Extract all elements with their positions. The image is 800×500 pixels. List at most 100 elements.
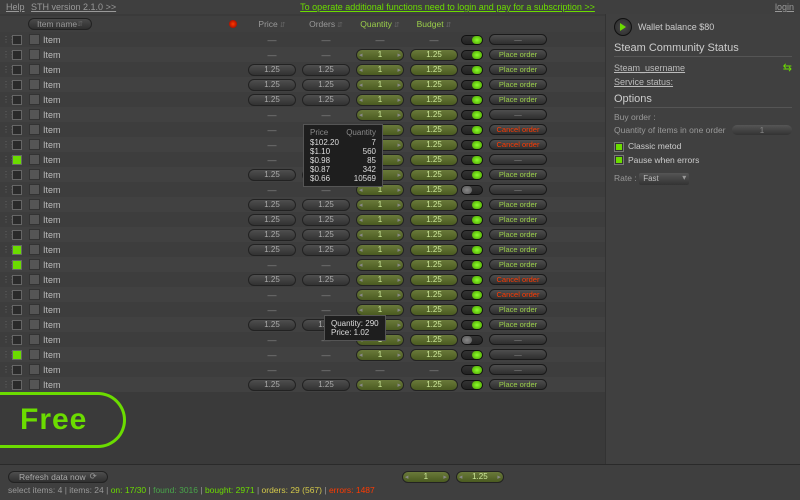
row-toggle[interactable] bbox=[461, 170, 483, 180]
cell-pill[interactable]: 1.25 bbox=[410, 214, 458, 226]
row-action-button[interactable]: Place order bbox=[489, 49, 547, 60]
cell-pill[interactable]: 1.25 bbox=[410, 304, 458, 316]
cell-pill[interactable]: 1.25 bbox=[248, 79, 296, 91]
row-checkbox[interactable] bbox=[12, 140, 22, 150]
cell-pill[interactable]: 1 bbox=[356, 49, 404, 61]
rate-select[interactable]: Fast bbox=[639, 173, 689, 185]
row-toggle[interactable] bbox=[461, 320, 483, 330]
row-action-button[interactable]: Place order bbox=[489, 64, 547, 75]
cell-pill[interactable]: 1.25 bbox=[302, 79, 350, 91]
cell-pill[interactable]: 1 bbox=[356, 229, 404, 241]
row-action-button[interactable]: Place order bbox=[489, 94, 547, 105]
drag-handle-icon[interactable] bbox=[2, 320, 12, 329]
row-checkbox[interactable] bbox=[12, 335, 22, 345]
cell-pill[interactable]: 1.25 bbox=[410, 169, 458, 181]
cell-pill[interactable]: 1.25 bbox=[302, 274, 350, 286]
cell-pill[interactable]: 1 bbox=[356, 259, 404, 271]
cell-pill[interactable]: 1 bbox=[356, 79, 404, 91]
cell-pill[interactable]: 1.25 bbox=[248, 94, 296, 106]
row-toggle[interactable] bbox=[461, 140, 483, 150]
row-checkbox[interactable] bbox=[12, 65, 22, 75]
col-orders[interactable]: Orders bbox=[299, 19, 353, 29]
cell-pill[interactable]: 1.25 bbox=[302, 244, 350, 256]
cell-pill[interactable]: 1.25 bbox=[410, 184, 458, 196]
row-action-button[interactable]: Place order bbox=[489, 79, 547, 90]
row-checkbox[interactable] bbox=[12, 305, 22, 315]
cell-pill[interactable]: 1.25 bbox=[410, 199, 458, 211]
cell-pill[interactable]: 1.25 bbox=[302, 214, 350, 226]
row-action-button[interactable]: — bbox=[489, 109, 547, 120]
row-checkbox[interactable] bbox=[12, 50, 22, 60]
refresh-button[interactable]: Refresh data now bbox=[8, 471, 108, 483]
row-toggle[interactable] bbox=[461, 245, 483, 255]
drag-handle-icon[interactable] bbox=[2, 35, 12, 44]
row-action-button[interactable]: — bbox=[489, 334, 547, 345]
play-button[interactable] bbox=[614, 18, 632, 36]
cell-pill[interactable]: 1.25 bbox=[410, 229, 458, 241]
cell-pill[interactable]: 1.25 bbox=[410, 319, 458, 331]
row-toggle[interactable] bbox=[461, 110, 483, 120]
cell-pill[interactable]: 1 bbox=[356, 94, 404, 106]
cell-pill[interactable]: 1 bbox=[356, 214, 404, 226]
col-quantity[interactable]: Quantity bbox=[353, 19, 407, 29]
cell-pill[interactable]: 1.25 bbox=[410, 79, 458, 91]
cell-pill[interactable]: 1.25 bbox=[410, 244, 458, 256]
row-action-button[interactable]: — bbox=[489, 184, 547, 195]
row-checkbox[interactable] bbox=[12, 260, 22, 270]
row-toggle[interactable] bbox=[461, 50, 483, 60]
drag-handle-icon[interactable] bbox=[2, 65, 12, 74]
cell-pill[interactable]: 1.25 bbox=[410, 349, 458, 361]
cell-pill[interactable]: 1.25 bbox=[302, 199, 350, 211]
row-action-button[interactable]: Cancel order bbox=[489, 274, 547, 285]
footer-qty-stepper[interactable]: 1 bbox=[402, 471, 450, 483]
drag-handle-icon[interactable] bbox=[2, 95, 12, 104]
cell-pill[interactable]: 1.25 bbox=[410, 289, 458, 301]
cell-pill[interactable]: 1 bbox=[356, 64, 404, 76]
drag-handle-icon[interactable] bbox=[2, 380, 12, 389]
row-toggle[interactable] bbox=[461, 290, 483, 300]
drag-handle-icon[interactable] bbox=[2, 125, 12, 134]
row-action-button[interactable]: Place order bbox=[489, 214, 547, 225]
drag-handle-icon[interactable] bbox=[2, 110, 12, 119]
drag-handle-icon[interactable] bbox=[2, 260, 12, 269]
row-toggle[interactable] bbox=[461, 215, 483, 225]
cell-pill[interactable]: 1.25 bbox=[248, 379, 296, 391]
drag-handle-icon[interactable] bbox=[2, 350, 12, 359]
row-checkbox[interactable] bbox=[12, 275, 22, 285]
row-toggle[interactable] bbox=[461, 335, 483, 345]
row-action-button[interactable]: Place order bbox=[489, 259, 547, 270]
row-action-button[interactable]: Cancel order bbox=[489, 289, 547, 300]
cell-pill[interactable]: 1.25 bbox=[410, 154, 458, 166]
record-icon[interactable] bbox=[229, 20, 237, 28]
drag-handle-icon[interactable] bbox=[2, 140, 12, 149]
cell-pill[interactable]: 1.25 bbox=[302, 379, 350, 391]
cell-pill[interactable]: 1 bbox=[356, 274, 404, 286]
row-checkbox[interactable] bbox=[12, 80, 22, 90]
cell-pill[interactable]: 1.25 bbox=[410, 139, 458, 151]
cell-pill[interactable]: 1 bbox=[356, 289, 404, 301]
drag-handle-icon[interactable] bbox=[2, 365, 12, 374]
sync-icon[interactable]: ⇆ bbox=[783, 61, 792, 74]
row-toggle[interactable] bbox=[461, 185, 483, 195]
row-checkbox[interactable] bbox=[12, 290, 22, 300]
col-price[interactable]: Price bbox=[245, 19, 299, 29]
cell-pill[interactable]: 1.25 bbox=[410, 124, 458, 136]
row-checkbox[interactable] bbox=[12, 230, 22, 240]
drag-handle-icon[interactable] bbox=[2, 170, 12, 179]
row-checkbox[interactable] bbox=[12, 245, 22, 255]
row-action-button[interactable]: Place order bbox=[489, 229, 547, 240]
cell-pill[interactable]: 1.25 bbox=[410, 334, 458, 346]
row-checkbox[interactable] bbox=[12, 380, 22, 390]
row-toggle[interactable] bbox=[461, 155, 483, 165]
col-item-name[interactable]: Item name bbox=[28, 18, 92, 30]
row-action-button[interactable]: Place order bbox=[489, 319, 547, 330]
cell-pill[interactable]: 1.25 bbox=[410, 259, 458, 271]
help-link[interactable]: Help bbox=[6, 2, 25, 12]
cell-pill[interactable]: 1.25 bbox=[302, 94, 350, 106]
cell-pill[interactable]: 1.25 bbox=[410, 94, 458, 106]
cell-pill[interactable]: 1.25 bbox=[410, 274, 458, 286]
row-checkbox[interactable] bbox=[12, 215, 22, 225]
row-checkbox[interactable] bbox=[12, 35, 22, 45]
qty-per-order-slider[interactable]: 1 bbox=[732, 125, 792, 135]
cell-pill[interactable]: 1.25 bbox=[410, 64, 458, 76]
